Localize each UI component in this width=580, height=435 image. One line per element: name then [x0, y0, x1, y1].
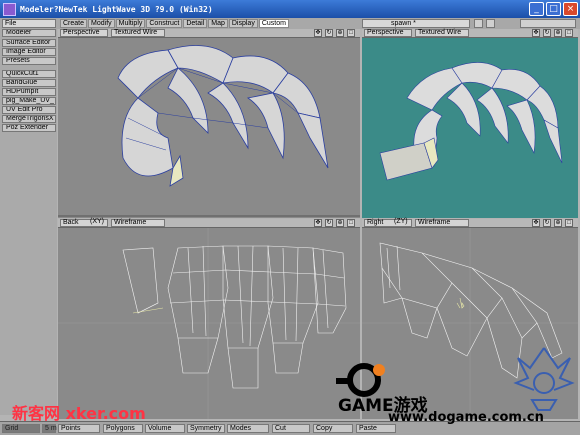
maximize-button[interactable]: □: [546, 2, 561, 16]
zoom-icon[interactable]: ⊕: [336, 219, 344, 227]
tab-custom[interactable]: Custom: [258, 19, 289, 28]
file-menu[interactable]: File: [2, 19, 56, 28]
zoom-icon[interactable]: ⊕: [554, 219, 562, 227]
polygons-mode-button[interactable]: Polygons: [103, 424, 143, 433]
move-icon[interactable]: ✥: [532, 29, 540, 37]
plugin-poz-extender[interactable]: Poz Extender: [2, 124, 56, 132]
move-icon[interactable]: ✥: [314, 29, 322, 37]
move-icon[interactable]: ✥: [314, 219, 322, 227]
viewport-top-right[interactable]: Perspective Textured Wire ✥ ↻ ⊕ □: [362, 29, 578, 218]
tab-map[interactable]: Map: [208, 19, 228, 28]
menu-tabs: Create Modify Multiply Construct Detail …: [60, 19, 289, 28]
cut-button[interactable]: Cut: [272, 424, 310, 433]
paste-button[interactable]: Paste: [356, 424, 396, 433]
viewport-bottom-left[interactable]: Back (XY) Wireframe ✥ ↻ ⊕ □: [58, 218, 360, 419]
volume-mode-button[interactable]: Volume: [145, 424, 185, 433]
grid-size-value: 5 m: [42, 424, 57, 433]
sidebar: Modeler Surface Editor Image Editor Pres…: [0, 29, 57, 415]
view-type-select[interactable]: Perspective: [364, 29, 412, 37]
window-title: Modeler?NewTek LightWave 3D ?9.0 (Win32): [20, 4, 213, 14]
modeler-menu[interactable]: Modeler: [2, 29, 56, 37]
tab-multiply[interactable]: Multiply: [115, 19, 146, 28]
layer-fg-button[interactable]: [486, 19, 495, 28]
points-mode-button[interactable]: Points: [58, 424, 100, 433]
layer-select[interactable]: spawn *: [362, 19, 470, 28]
lightwave-app-icon: [3, 2, 16, 16]
claw-model-shaded: [379, 62, 563, 181]
render-mode-select[interactable]: Textured Wire: [111, 29, 165, 37]
plugin-mergetrigonsx[interactable]: MergeTrigonsX: [2, 115, 56, 123]
grid-label: Grid: [2, 424, 40, 433]
tab-modify[interactable]: Modify: [88, 19, 115, 28]
watermark-xker: 新客网 xker.com: [12, 404, 146, 423]
tab-create[interactable]: Create: [60, 19, 88, 28]
viewport-header: Back (XY) Wireframe ✥ ↻ ⊕ □: [58, 218, 360, 228]
plugin-make-uv[interactable]: plg_Make_UV_: [2, 97, 56, 105]
symmetry-button[interactable]: Symmetry: [187, 424, 225, 433]
claw-wireframe-back: [58, 228, 360, 419]
rotate-icon[interactable]: ↻: [543, 29, 551, 37]
tab-construct[interactable]: Construct: [146, 19, 183, 28]
render-mode-select[interactable]: Wireframe: [415, 219, 469, 227]
close-button[interactable]: ×: [563, 2, 578, 16]
copy-button[interactable]: Copy: [313, 424, 353, 433]
plugin-bandglue[interactable]: BandGlue: [2, 79, 56, 87]
title-bar: Modeler?NewTek LightWave 3D ?9.0 (Win32)…: [0, 0, 580, 18]
surface-editor-button[interactable]: Surface Editor: [2, 39, 56, 47]
minimize-button[interactable]: _: [529, 2, 544, 16]
maximize-icon[interactable]: □: [347, 219, 355, 227]
view-axis-label: (ZY): [394, 218, 408, 225]
move-icon[interactable]: ✥: [532, 219, 540, 227]
rotate-icon[interactable]: ↻: [325, 219, 333, 227]
rotate-icon[interactable]: ↻: [543, 219, 551, 227]
layer-bank-selector[interactable]: [520, 19, 576, 28]
zoom-icon[interactable]: ⊕: [554, 29, 562, 37]
plugin-hdpumpit[interactable]: HDPumpIt: [2, 88, 56, 96]
layer-toggle-button[interactable]: [474, 19, 483, 28]
view-type-select[interactable]: Perspective: [60, 29, 108, 37]
zoom-icon[interactable]: ⊕: [336, 29, 344, 37]
menu-bar: File Create Modify Multiply Construct De…: [0, 18, 580, 29]
window-controls: _ □ ×: [529, 2, 578, 16]
viewport-header: Right (ZY) Wireframe ✥ ↻ ⊕ □: [362, 218, 578, 228]
maximize-icon[interactable]: □: [565, 29, 573, 37]
maximize-icon[interactable]: □: [565, 219, 573, 227]
view-axis-label: (XY): [90, 218, 104, 225]
wings-emblem-icon: [513, 347, 575, 411]
viewport-header: Perspective Textured Wire ✥ ↻ ⊕ □: [362, 29, 578, 38]
tab-display[interactable]: Display: [228, 19, 258, 28]
plugin-quickcut1[interactable]: QuickCut1: [2, 70, 56, 78]
claw-model-perspective: [58, 45, 360, 217]
maximize-icon[interactable]: □: [347, 29, 355, 37]
presets-button[interactable]: Presets: [2, 57, 56, 65]
tab-detail[interactable]: Detail: [183, 19, 208, 28]
modes-button[interactable]: Modes: [227, 424, 269, 433]
rotate-icon[interactable]: ↻: [325, 29, 333, 37]
render-mode-select[interactable]: Textured Wire: [415, 29, 469, 37]
plugin-uv-edit-pro[interactable]: UV Edit Pro: [2, 106, 56, 114]
image-editor-button[interactable]: Image Editor: [2, 48, 56, 56]
render-mode-select[interactable]: Wireframe: [111, 219, 165, 227]
viewport-header: Perspective Textured Wire ✥ ↻ ⊕ □: [58, 29, 360, 38]
viewport-top-left[interactable]: Perspective Textured Wire ✥ ↻ ⊕ □: [58, 29, 360, 218]
